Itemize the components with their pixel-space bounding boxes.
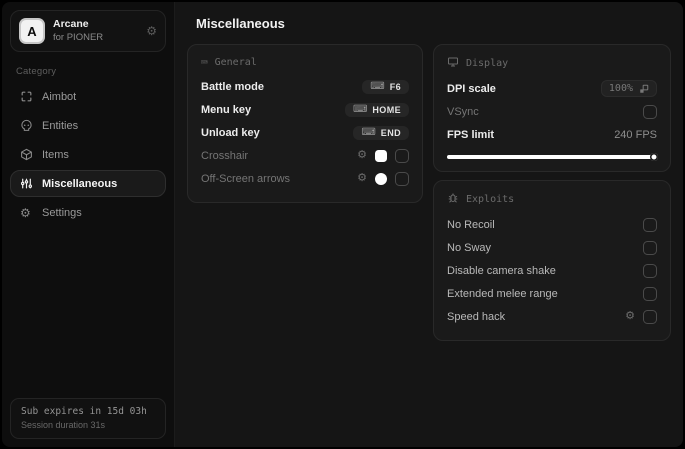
sidebar-item-label: Settings bbox=[42, 206, 82, 219]
vsync-checkbox[interactable] bbox=[643, 104, 657, 119]
dpi-scale-select[interactable]: 100% bbox=[600, 80, 657, 97]
general-card: ⌨ General Battle mode ⌨ F6 Menu key ⌨ HO… bbox=[187, 44, 423, 203]
keyboard-icon: ⌨ bbox=[352, 103, 368, 115]
dpi-scale-value: 100% bbox=[608, 83, 633, 94]
sidebar-item-entities[interactable]: Entities bbox=[10, 112, 166, 139]
setting-row-crosshair: Crosshair ⚙ bbox=[201, 144, 409, 167]
gear-icon[interactable]: ⚙ bbox=[146, 24, 157, 38]
setting-row-offscreen-arrows: Off-Screen arrows ⚙ bbox=[201, 167, 409, 190]
exploits-header-label: Exploits bbox=[466, 194, 515, 205]
gear-icon[interactable]: ⚙ bbox=[357, 150, 367, 161]
keybind-button-menu-key[interactable]: ⌨ HOME bbox=[344, 102, 409, 117]
extended-melee-range-checkbox[interactable] bbox=[643, 286, 657, 301]
sub-expiry-text: Sub expires in 15d 03h bbox=[21, 406, 147, 417]
slider-thumb[interactable] bbox=[650, 153, 658, 161]
setting-label: FPS limit bbox=[447, 128, 495, 141]
offscreen-arrows-checkbox[interactable] bbox=[395, 171, 409, 186]
keybind-value: F6 bbox=[389, 81, 401, 92]
setting-row-speed-hack: Speed hack ⚙ bbox=[447, 305, 657, 328]
sidebar-item-label: Entities bbox=[42, 119, 79, 132]
setting-row-vsync: VSync bbox=[447, 100, 657, 123]
speed-hack-checkbox[interactable] bbox=[643, 309, 657, 324]
setting-label: DPI scale bbox=[447, 82, 496, 95]
setting-row-menu-key: Menu key ⌨ HOME bbox=[201, 98, 409, 121]
sidebar-nav: Aimbot Entities Items Miscellaneous ⚙ Se… bbox=[10, 83, 166, 226]
gear-icon[interactable]: ⚙ bbox=[625, 311, 635, 322]
setting-row-extended-melee-range: Extended melee range bbox=[447, 282, 657, 305]
fps-limit-slider[interactable] bbox=[447, 153, 658, 161]
bug-icon bbox=[447, 192, 459, 207]
scale-icon bbox=[640, 84, 649, 93]
keyboard-icon: ⌨ bbox=[201, 56, 208, 69]
brand-text: Arcane for PIONER bbox=[53, 18, 138, 44]
main-panel: Miscellaneous ⌨ General Battle mode ⌨ F6 bbox=[175, 2, 683, 447]
setting-label: VSync bbox=[447, 105, 479, 118]
sidebar-item-aimbot[interactable]: Aimbot bbox=[10, 83, 166, 110]
setting-label: Extended melee range bbox=[447, 287, 558, 300]
brand-card: A Arcane for PIONER ⚙ bbox=[10, 10, 166, 52]
keybind-button-battle-mode[interactable]: ⌨ F6 bbox=[362, 79, 409, 94]
disable-camera-shake-checkbox[interactable] bbox=[643, 263, 657, 278]
setting-row-disable-camera-shake: Disable camera shake bbox=[447, 259, 657, 282]
monitor-icon bbox=[447, 56, 459, 71]
gear-icon: ⚙ bbox=[20, 205, 31, 220]
sidebar-item-label: Items bbox=[42, 148, 69, 161]
app-window: A Arcane for PIONER ⚙ Category Aimbot En… bbox=[2, 2, 683, 447]
display-card: Display DPI scale 100% VSync FPS limit 2… bbox=[433, 44, 671, 172]
keyboard-icon: ⌨ bbox=[370, 80, 385, 92]
general-header-label: General bbox=[214, 57, 257, 68]
gear-icon[interactable]: ⚙ bbox=[357, 173, 367, 184]
sidebar-item-label: Miscellaneous bbox=[42, 177, 118, 190]
keyboard-icon: ⌨ bbox=[361, 126, 376, 138]
setting-label: Menu key bbox=[201, 103, 252, 116]
display-header-label: Display bbox=[466, 58, 509, 69]
setting-row-unload-key: Unload key ⌨ END bbox=[201, 121, 409, 144]
keybind-value: END bbox=[380, 127, 401, 138]
sidebar-item-label: Aimbot bbox=[42, 90, 77, 103]
fps-limit-value: 240 FPS bbox=[614, 128, 657, 141]
setting-label: Speed hack bbox=[447, 310, 506, 323]
brand-logo: A bbox=[19, 18, 45, 44]
category-label: Category bbox=[16, 66, 57, 77]
general-header: ⌨ General bbox=[201, 56, 409, 69]
exploits-card: Exploits No Recoil No Sway Disable camer… bbox=[433, 180, 671, 341]
subscription-info: Sub expires in 15d 03h Session duration … bbox=[10, 398, 166, 439]
sidebar-item-settings[interactable]: ⚙ Settings bbox=[10, 199, 166, 226]
brand-title: Arcane bbox=[53, 18, 89, 30]
setting-row-fps-limit: FPS limit 240 FPS bbox=[447, 123, 657, 146]
setting-row-battle-mode: Battle mode ⌨ F6 bbox=[201, 75, 409, 98]
color-swatch[interactable] bbox=[375, 149, 387, 162]
sidebar-item-miscellaneous[interactable]: Miscellaneous bbox=[10, 170, 166, 197]
setting-label: Battle mode bbox=[201, 80, 264, 93]
display-header: Display bbox=[447, 56, 657, 71]
keybind-button-unload-key[interactable]: ⌨ END bbox=[353, 125, 409, 140]
sliders-icon bbox=[20, 177, 33, 190]
no-sway-checkbox[interactable] bbox=[643, 240, 657, 255]
setting-label: Crosshair bbox=[201, 149, 249, 162]
package-icon bbox=[20, 148, 33, 161]
scan-icon bbox=[20, 90, 33, 103]
no-recoil-checkbox[interactable] bbox=[643, 217, 657, 232]
color-swatch[interactable] bbox=[375, 172, 387, 185]
setting-row-no-sway: No Sway bbox=[447, 236, 657, 259]
setting-label: Disable camera shake bbox=[447, 264, 556, 277]
setting-label: No Sway bbox=[447, 241, 492, 254]
brand-subtitle: for PIONER bbox=[53, 32, 104, 44]
skull-icon bbox=[20, 119, 33, 132]
sidebar-item-items[interactable]: Items bbox=[10, 141, 166, 168]
setting-label: Unload key bbox=[201, 126, 260, 139]
setting-row-dpi-scale: DPI scale 100% bbox=[447, 77, 657, 100]
session-duration-text: Session duration 31s bbox=[21, 420, 106, 430]
setting-label: Off-Screen arrows bbox=[201, 172, 291, 185]
setting-row-no-recoil: No Recoil bbox=[447, 213, 657, 236]
crosshair-checkbox[interactable] bbox=[395, 148, 409, 163]
setting-label: No Recoil bbox=[447, 218, 495, 231]
keybind-value: HOME bbox=[372, 104, 401, 115]
sidebar: A Arcane for PIONER ⚙ Category Aimbot En… bbox=[2, 2, 175, 447]
exploits-header: Exploits bbox=[447, 192, 657, 207]
page-title: Miscellaneous bbox=[196, 16, 285, 31]
